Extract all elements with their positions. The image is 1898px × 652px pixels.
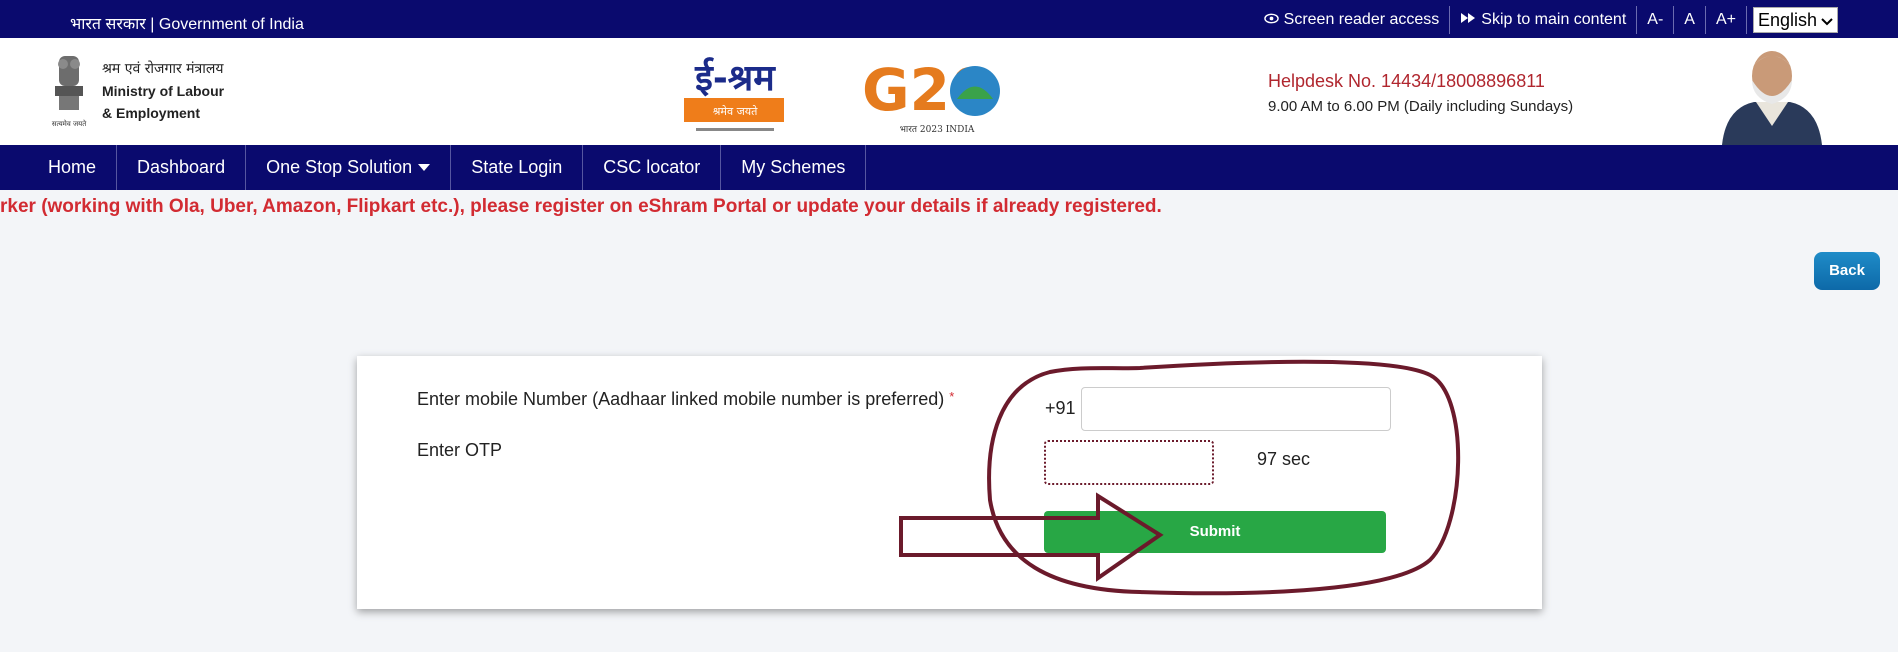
scrolling-notice: rker (working with Ola, Uber, Amazon, Fl… xyxy=(0,196,1162,217)
helpdesk-info: Helpdesk No. 14434/18008896811 9.00 AM t… xyxy=(1268,71,1573,115)
g20-logo: G20 भारत 2023 INDIA xyxy=(862,54,1007,138)
back-button[interactable]: Back xyxy=(1814,252,1880,290)
language-value: English xyxy=(1757,9,1817,30)
national-emblem-icon: सत्यमेव जयते xyxy=(46,52,92,132)
skip-to-content-link[interactable]: Skip to main content xyxy=(1450,6,1638,34)
screen-reader-label: Screen reader access xyxy=(1283,11,1440,28)
nav-state-login[interactable]: State Login xyxy=(451,145,584,190)
skip-label: Skip to main content xyxy=(1481,11,1627,28)
submit-button[interactable]: Submit xyxy=(1044,511,1386,553)
mobile-number-input[interactable] xyxy=(1081,387,1391,431)
ministry-name-hindi: श्रम एवं रोजगार मंत्रालय xyxy=(102,61,224,77)
required-asterisk: * xyxy=(949,389,955,404)
gov-label: भारत सरकार | Government of India xyxy=(70,16,304,33)
g20-subtitle: भारत 2023 INDIA xyxy=(900,125,975,135)
accessibility-toolbar: Screen reader access Skip to main conten… xyxy=(1254,6,1838,34)
site-header: सत्यमेव जयते श्रम एवं रोजगार मंत्रालय Mi… xyxy=(0,38,1898,145)
government-topbar: भारत सरकार | Government of India Screen … xyxy=(0,0,1898,38)
fast-forward-icon xyxy=(1460,6,1476,34)
otp-label: Enter OTP xyxy=(417,440,503,460)
country-code: +91 xyxy=(1045,398,1076,418)
nav-home[interactable]: Home xyxy=(28,145,118,190)
main-navigation: Home Dashboard One Stop Solution State L… xyxy=(0,145,1898,190)
language-select[interactable]: English xyxy=(1752,7,1838,33)
nav-my-schemes[interactable]: My Schemes xyxy=(721,145,867,190)
eye-icon xyxy=(1263,6,1279,34)
eshram-tagline: श्रमेव जयते xyxy=(713,105,759,118)
font-decrease-button[interactable]: A- xyxy=(1637,6,1675,34)
eshram-logo-text: ई-श्रम xyxy=(694,57,776,99)
mobile-number-label: Enter mobile Number (Aadhaar linked mobi… xyxy=(417,389,954,410)
font-normal-button[interactable]: A xyxy=(1674,6,1706,34)
eshram-logo[interactable]: ई-श्रम श्रमेव जयते xyxy=(680,52,790,138)
nav-csc-locator[interactable]: CSC locator xyxy=(583,145,722,190)
ministry-name-english-2: & Employment xyxy=(102,105,201,121)
mobile-otp-form: Enter mobile Number (Aadhaar linked mobi… xyxy=(357,356,1542,609)
ministry-name-english-1: Ministry of Labour xyxy=(102,83,225,99)
font-increase-button[interactable]: A+ xyxy=(1706,6,1747,34)
helpdesk-number: Helpdesk No. 14434/18008896811 xyxy=(1268,71,1545,91)
leader-portrait xyxy=(1712,46,1832,145)
nav-one-stop-solution-label: One Stop Solution xyxy=(266,157,413,177)
nav-dashboard[interactable]: Dashboard xyxy=(117,145,247,190)
helpdesk-hours: 9.00 AM to 6.00 PM (Daily including Sund… xyxy=(1268,98,1574,115)
ministry-name: श्रम एवं रोजगार मंत्रालय Ministry of Lab… xyxy=(102,58,224,124)
otp-countdown-timer: 97 sec xyxy=(1257,449,1311,469)
screen-reader-link[interactable]: Screen reader access xyxy=(1254,6,1451,34)
mobile-number-label-text: Enter mobile Number (Aadhaar linked mobi… xyxy=(417,389,945,409)
emblem-motto: सत्यमेव जयते xyxy=(52,119,87,128)
nav-one-stop-solution[interactable]: One Stop Solution xyxy=(246,145,452,190)
otp-input[interactable] xyxy=(1044,440,1214,485)
caret-down-icon xyxy=(418,164,431,171)
chevron-down-icon xyxy=(1821,10,1833,31)
